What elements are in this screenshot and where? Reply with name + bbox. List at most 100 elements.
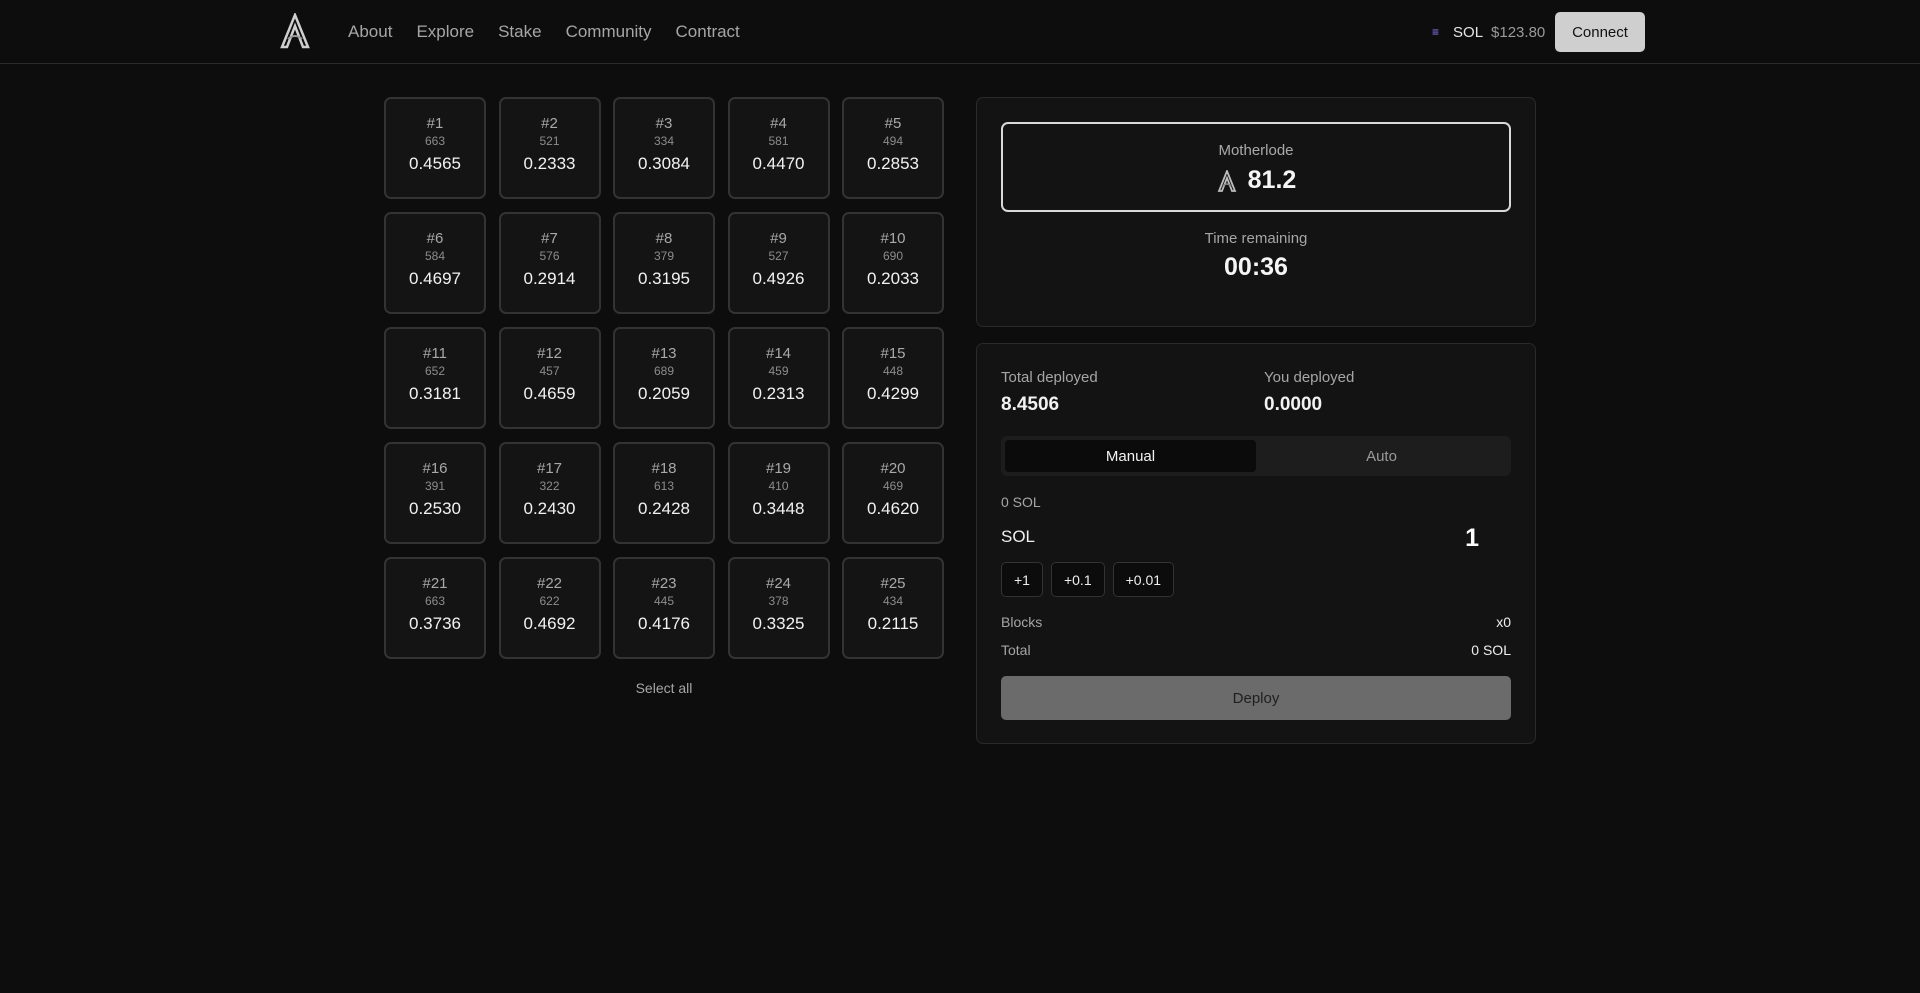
block-tile[interactable]: #11 652 0.3181	[384, 327, 486, 429]
motherlode-value: 81.2	[1247, 166, 1297, 194]
block-id: #22	[536, 575, 563, 592]
block-count: 581	[768, 134, 789, 148]
mode-tabs: Manual Auto	[1001, 436, 1511, 476]
block-value: 0.4926	[752, 269, 805, 288]
nav-about[interactable]: About	[348, 22, 392, 42]
block-value: 0.2333	[523, 154, 576, 173]
tab-auto[interactable]: Auto	[1256, 440, 1507, 472]
block-value: 0.3448	[752, 499, 805, 518]
block-count: 391	[424, 479, 446, 493]
block-id: #12	[536, 345, 563, 362]
add-0.01-button[interactable]: +0.01	[1112, 562, 1175, 597]
block-tile[interactable]: #4 581 0.4470	[727, 97, 830, 199]
nav-community[interactable]: Community	[566, 22, 652, 42]
motherlode-label: Motherlode	[1218, 142, 1294, 159]
block-id: #2	[541, 115, 558, 132]
block-tile[interactable]: #18 613 0.2428	[613, 442, 715, 544]
block-tile[interactable]: #3 334 0.3084	[613, 97, 715, 199]
block-tile[interactable]: #17 322 0.2430	[498, 442, 601, 544]
sol-balance: 0 SOL	[1001, 494, 1041, 510]
block-grid: #1 663 0.4565 #2 521 0.2333 #3 334 0.3084 #4 581 0.…	[384, 97, 944, 659]
block-tile[interactable]: #25 434 0.2115	[842, 557, 944, 659]
block-value: 0.3084	[638, 154, 690, 173]
block-tile[interactable]: #2 521 0.2333	[498, 97, 601, 199]
block-id: #7	[541, 230, 558, 247]
block-tile[interactable]: #9 527 0.4926	[727, 212, 830, 314]
block-id: #14	[765, 345, 792, 362]
block-value: 0.4697	[409, 269, 461, 288]
tab-manual[interactable]: Manual	[1005, 440, 1256, 472]
block-id: #4	[770, 115, 787, 132]
block-value: 0.2430	[523, 499, 576, 518]
block-count: 527	[768, 249, 789, 263]
block-tile[interactable]: #1 663 0.4565	[384, 97, 486, 199]
block-value: 0.4176	[638, 614, 690, 633]
block-id: #3	[655, 115, 673, 132]
block-count: 378	[768, 594, 789, 608]
total-deployed-label: Total deployed	[1001, 369, 1098, 386]
blocks-label: Blocks	[1001, 614, 1043, 630]
block-tile[interactable]: #24 378 0.3325	[727, 557, 830, 659]
block-tile[interactable]: #12 457 0.4659	[498, 327, 601, 429]
block-id: #25	[880, 575, 906, 592]
block-count: 379	[653, 249, 675, 263]
block-tile[interactable]: #22 622 0.4692	[498, 557, 601, 659]
time-remaining-label: Time remaining	[1204, 230, 1308, 247]
block-tile[interactable]: #15 448 0.4299	[842, 327, 944, 429]
connect-button[interactable]: Connect	[1555, 12, 1645, 52]
price-symbol: SOL	[1453, 23, 1484, 41]
amount-input[interactable]	[1277, 519, 1481, 557]
block-value: 0.3325	[752, 614, 805, 633]
block-tile[interactable]: #23 445 0.4176	[613, 557, 715, 659]
logo-icon[interactable]	[278, 13, 312, 49]
block-value: 0.4299	[867, 384, 919, 403]
block-count: 469	[882, 479, 904, 493]
total-value: 0 SOL	[1471, 642, 1511, 658]
add-0.1-button[interactable]: +0.1	[1050, 562, 1105, 597]
block-tile[interactable]: #21 663 0.3736	[384, 557, 486, 659]
select-all-button[interactable]: Select all	[384, 680, 944, 696]
block-count: 322	[539, 479, 560, 493]
nav-stake[interactable]: Stake	[498, 22, 541, 42]
motherlode-card: Motherlode 81.2	[1001, 122, 1511, 212]
block-count: 334	[653, 134, 675, 148]
block-id: #24	[765, 575, 792, 592]
block-count: 613	[653, 479, 675, 493]
add-1-button[interactable]: +1	[1001, 562, 1043, 597]
block-tile[interactable]: #16 391 0.2530	[384, 442, 486, 544]
block-value: 0.2313	[752, 384, 805, 403]
nav-explore[interactable]: Explore	[416, 22, 474, 42]
block-tile[interactable]: #8 379 0.3195	[613, 212, 715, 314]
block-value: 0.2853	[867, 154, 919, 173]
block-value: 0.2059	[638, 384, 690, 403]
blocks-row: Blocks x0	[1001, 614, 1511, 630]
block-tile[interactable]: #6 584 0.4697	[384, 212, 486, 314]
amount-unit: SOL	[1001, 527, 1036, 546]
block-tile[interactable]: #7 576 0.2914	[498, 212, 601, 314]
block-value: 0.2530	[409, 499, 461, 518]
block-tile[interactable]: #20 469 0.4620	[842, 442, 944, 544]
price-value: $123.80	[1491, 23, 1546, 41]
block-id: #1	[426, 115, 444, 132]
total-label: Total	[1001, 642, 1031, 658]
block-tile[interactable]: #19 410 0.3448	[727, 442, 830, 544]
block-tile[interactable]: #13 689 0.2059	[613, 327, 715, 429]
block-tile[interactable]: #14 459 0.2313	[727, 327, 830, 429]
block-id: #18	[651, 460, 677, 477]
block-value: 0.2428	[638, 499, 690, 518]
block-count: 448	[882, 364, 904, 378]
deploy-button[interactable]: Deploy	[1001, 676, 1511, 720]
you-deployed-label: You deployed	[1264, 369, 1355, 386]
block-id: #20	[880, 460, 906, 477]
main-nav: About Explore Stake Community Contract	[348, 0, 740, 64]
block-tile[interactable]: #10 690 0.2033	[842, 212, 944, 314]
block-count: 584	[424, 249, 446, 263]
block-tile[interactable]: #5 494 0.2853	[842, 97, 944, 199]
block-count: 652	[424, 364, 446, 378]
nav-contract[interactable]: Contract	[676, 22, 740, 42]
block-count: 459	[768, 364, 789, 378]
solana-icon: ≡	[1432, 25, 1440, 39]
block-count: 576	[539, 249, 560, 263]
block-id: #15	[880, 345, 906, 362]
block-value: 0.4620	[867, 499, 919, 518]
